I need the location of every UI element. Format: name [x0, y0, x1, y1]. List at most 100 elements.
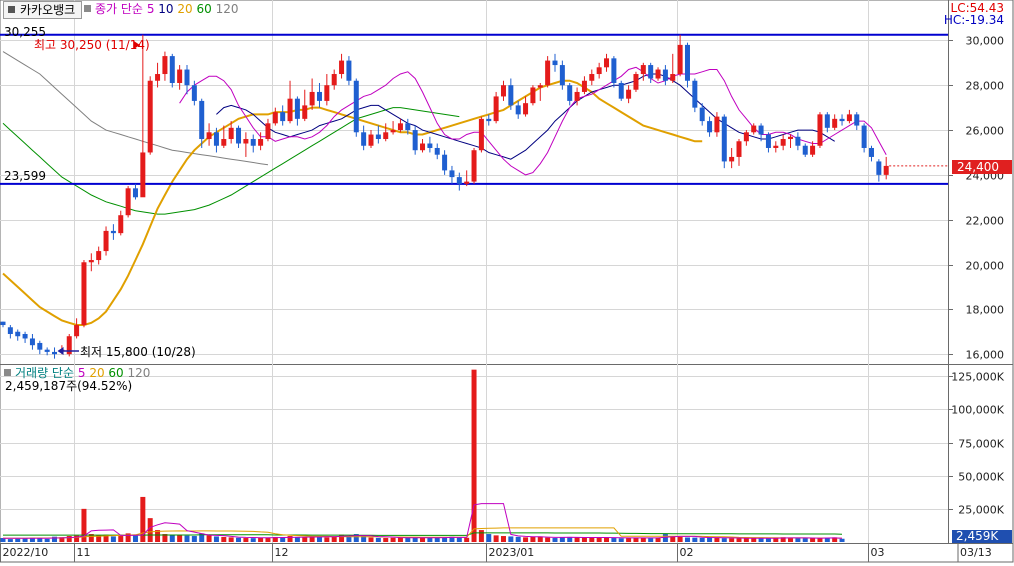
volume-bar — [346, 536, 352, 542]
volume-bar — [184, 535, 190, 542]
volume-bar — [132, 535, 138, 542]
candle-up — [397, 123, 403, 131]
candle-up — [221, 139, 227, 146]
volume-bar — [662, 534, 668, 542]
volume-bar — [626, 537, 632, 542]
candle-up — [287, 98, 293, 122]
volume-bar — [405, 538, 411, 542]
candle-down — [868, 147, 874, 157]
candle-down — [0, 321, 6, 326]
volume-bar — [302, 537, 308, 542]
volume-bar — [802, 538, 808, 542]
candle-up — [339, 60, 345, 75]
candle-down — [449, 170, 455, 178]
legend-ma120: 120 — [215, 2, 239, 16]
volume-bar — [648, 538, 654, 542]
volume-bar — [22, 538, 28, 542]
candle-down — [361, 132, 367, 146]
high-level-label: 30,255 — [4, 25, 46, 39]
volume-bar — [434, 537, 440, 542]
price-tick-label: 18,000 — [966, 304, 1005, 317]
candle-up — [368, 134, 374, 146]
candle-up — [177, 69, 183, 83]
candle-down — [721, 116, 727, 162]
candle-down — [611, 58, 617, 83]
candle-down — [52, 351, 58, 355]
volume-tick-label: 125,000K — [951, 371, 1004, 384]
candle-down — [294, 98, 300, 119]
candle-up — [729, 156, 735, 162]
volume-bar — [530, 536, 536, 542]
candle-down — [110, 230, 116, 234]
x-tick-label: 2023/01 — [489, 546, 535, 559]
candle-up — [118, 215, 124, 234]
volume-bar — [699, 537, 705, 542]
volume-bar — [118, 536, 124, 542]
legend-marker-icon — [84, 5, 91, 12]
x-tick-label: 03 — [871, 546, 885, 559]
candle-down — [15, 331, 21, 337]
volume-bar — [574, 537, 580, 542]
legend-marker-icon — [4, 369, 11, 376]
candle-up — [604, 58, 610, 68]
low-level-label: 23,599 — [4, 169, 46, 183]
candle-down — [456, 177, 462, 184]
volume-bar — [191, 536, 197, 542]
candle-down — [280, 112, 286, 122]
volume-bar — [316, 536, 322, 542]
candle-down — [213, 132, 219, 146]
candle-down — [861, 125, 867, 148]
candle-down — [250, 139, 256, 146]
candle-up — [471, 150, 477, 182]
volume-bar — [397, 537, 403, 542]
volume-bar — [500, 536, 506, 542]
volume-bar — [559, 537, 565, 542]
candle-up — [817, 114, 823, 146]
price-tick-label: 28,000 — [966, 80, 1005, 93]
candle-down — [839, 118, 845, 122]
candle-up — [810, 145, 816, 155]
volume-bar — [751, 538, 757, 542]
candle-down — [802, 145, 808, 155]
volume-bar — [589, 537, 595, 542]
candle-down — [405, 123, 411, 131]
volume-bar — [228, 537, 234, 542]
volume-bar — [147, 518, 153, 542]
legend-ma20: 20 — [177, 2, 193, 16]
candle-up — [655, 69, 661, 79]
volume-bar — [552, 538, 558, 542]
candle-up — [243, 139, 249, 144]
volume-bar — [390, 537, 396, 542]
volume-tick-label: 25,000K — [958, 504, 1004, 517]
x-tick-label: 11 — [77, 546, 91, 559]
candle-up — [677, 44, 683, 75]
candle-up — [545, 60, 551, 86]
candle-down — [316, 91, 322, 101]
candle-up — [633, 74, 639, 90]
stock-name-tab[interactable]: 카카오뱅크 — [3, 1, 83, 19]
candle-up — [589, 74, 595, 81]
volume-bar — [236, 537, 242, 542]
candle-down — [559, 65, 565, 86]
price-tick-label: 30,000 — [966, 35, 1005, 48]
price-legend-prefix: 종가 단순 — [95, 2, 143, 16]
candle-up — [302, 105, 308, 119]
x-tick-label: 02 — [680, 546, 694, 559]
price-tick-label: 26,000 — [966, 125, 1005, 138]
candle-down — [552, 60, 558, 66]
vlegend-ma120: 120 — [127, 366, 151, 380]
candle-up — [324, 85, 330, 101]
volume-bar — [810, 538, 816, 542]
candle-up — [228, 127, 234, 140]
candle-down — [353, 80, 359, 133]
vlegend-ma5: 5 — [77, 366, 86, 380]
volume-bar — [110, 536, 116, 542]
candle-down — [427, 143, 433, 148]
candle-down — [29, 338, 35, 346]
chart-canvas[interactable]: 30,00028,00026,00024,00022,00020,00018,0… — [0, 0, 1014, 563]
candle-up — [537, 85, 543, 88]
candle-up — [493, 96, 499, 122]
candle-down — [486, 118, 492, 122]
candle-up — [383, 132, 389, 140]
volume-bar — [692, 537, 698, 542]
